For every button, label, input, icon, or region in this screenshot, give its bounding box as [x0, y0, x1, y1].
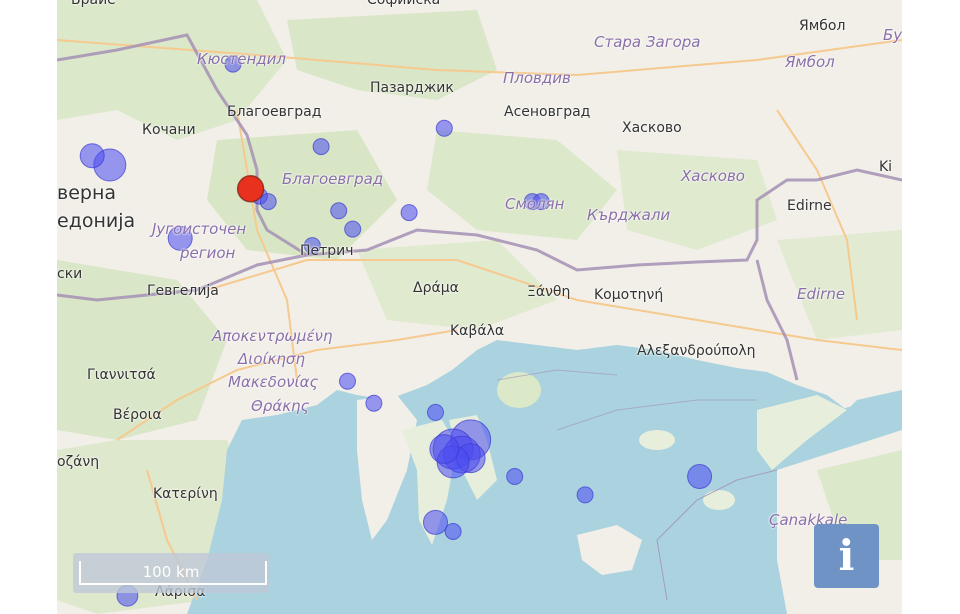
info-button[interactable]: i [814, 524, 879, 588]
map-label: Γιαννιτσά [87, 367, 156, 383]
map-label: Ξάνθη [527, 284, 571, 300]
earthquake-marker[interactable] [576, 486, 594, 504]
map-label: едонија [57, 210, 136, 232]
earthquake-marker[interactable] [435, 119, 453, 137]
map-label: Edirne [787, 198, 832, 214]
map-label: Петрич [300, 243, 354, 259]
map-label: ски [57, 266, 83, 282]
map-label: Кочани [142, 122, 196, 138]
region-label: Ямбол [785, 53, 835, 71]
map-label: Ki [879, 159, 893, 175]
map-label: Гевгелија [147, 283, 219, 299]
earthquake-marker[interactable] [423, 509, 448, 535]
map-label: Хасково [622, 120, 682, 136]
map-label: Κομοτηνή [594, 287, 664, 303]
earthquake-marker[interactable] [365, 394, 383, 412]
earthquake-marker[interactable] [687, 464, 713, 489]
scale-bar: 100 km [73, 553, 269, 593]
earthquake-marker[interactable] [344, 220, 362, 238]
earthquake-marker[interactable] [427, 403, 444, 421]
region-label: Пловдив [503, 69, 571, 87]
map-label: Δράμα [413, 280, 459, 296]
region-label: Διοίκηση [238, 350, 305, 368]
earthquake-marker[interactable] [79, 143, 105, 169]
earthquake-marker[interactable] [339, 372, 356, 390]
map-label: Асеновград [504, 104, 591, 120]
earthquake-marker[interactable] [429, 434, 460, 464]
map-view[interactable]: Брайе Софийска Кюстендил Стара Загора Ям… [57, 0, 902, 614]
earthquake-marker[interactable] [506, 468, 524, 485]
map-label: Καβάλα [450, 323, 505, 339]
region-label: Θράκης [251, 397, 310, 415]
earthquake-marker[interactable] [330, 202, 348, 220]
latest-earthquake-marker[interactable] [236, 175, 265, 203]
region-label: Кюстендил [197, 50, 287, 68]
map-label: οζάνη [57, 454, 100, 470]
region-label: Југоисточен [152, 220, 247, 238]
earthquake-marker[interactable] [444, 523, 462, 540]
earthquake-marker[interactable] [259, 193, 277, 211]
region-label: Бу [883, 26, 902, 44]
region-label: Кърджали [587, 206, 671, 224]
map-label: Ямбол [799, 18, 846, 34]
map-label: Брайе [71, 0, 116, 8]
region-label: Благоевград [282, 170, 384, 188]
region-label: Смолян [505, 195, 565, 213]
region-label: Хасково [681, 167, 745, 185]
map-label: Κατερίνη [153, 486, 218, 502]
map-label: Βέροια [113, 407, 162, 423]
scale-label: 100 km [142, 563, 200, 581]
region-label: регион [180, 244, 236, 262]
earthquake-marker[interactable] [400, 204, 418, 222]
map-label: Пазарджик [370, 80, 454, 96]
map-label: Софийска [367, 0, 441, 8]
map-label: Благоевград [227, 104, 322, 120]
earthquake-marker[interactable] [312, 138, 330, 156]
region-label: Μακεδονίας [228, 373, 319, 391]
region-label: Edirne [797, 285, 846, 303]
region-label: Стара Загора [594, 33, 701, 51]
region-label: Αποκεντρωμένη [212, 327, 333, 345]
map-label: Αλεξανδρούπολη [637, 343, 756, 359]
map-label: верна [57, 182, 117, 204]
